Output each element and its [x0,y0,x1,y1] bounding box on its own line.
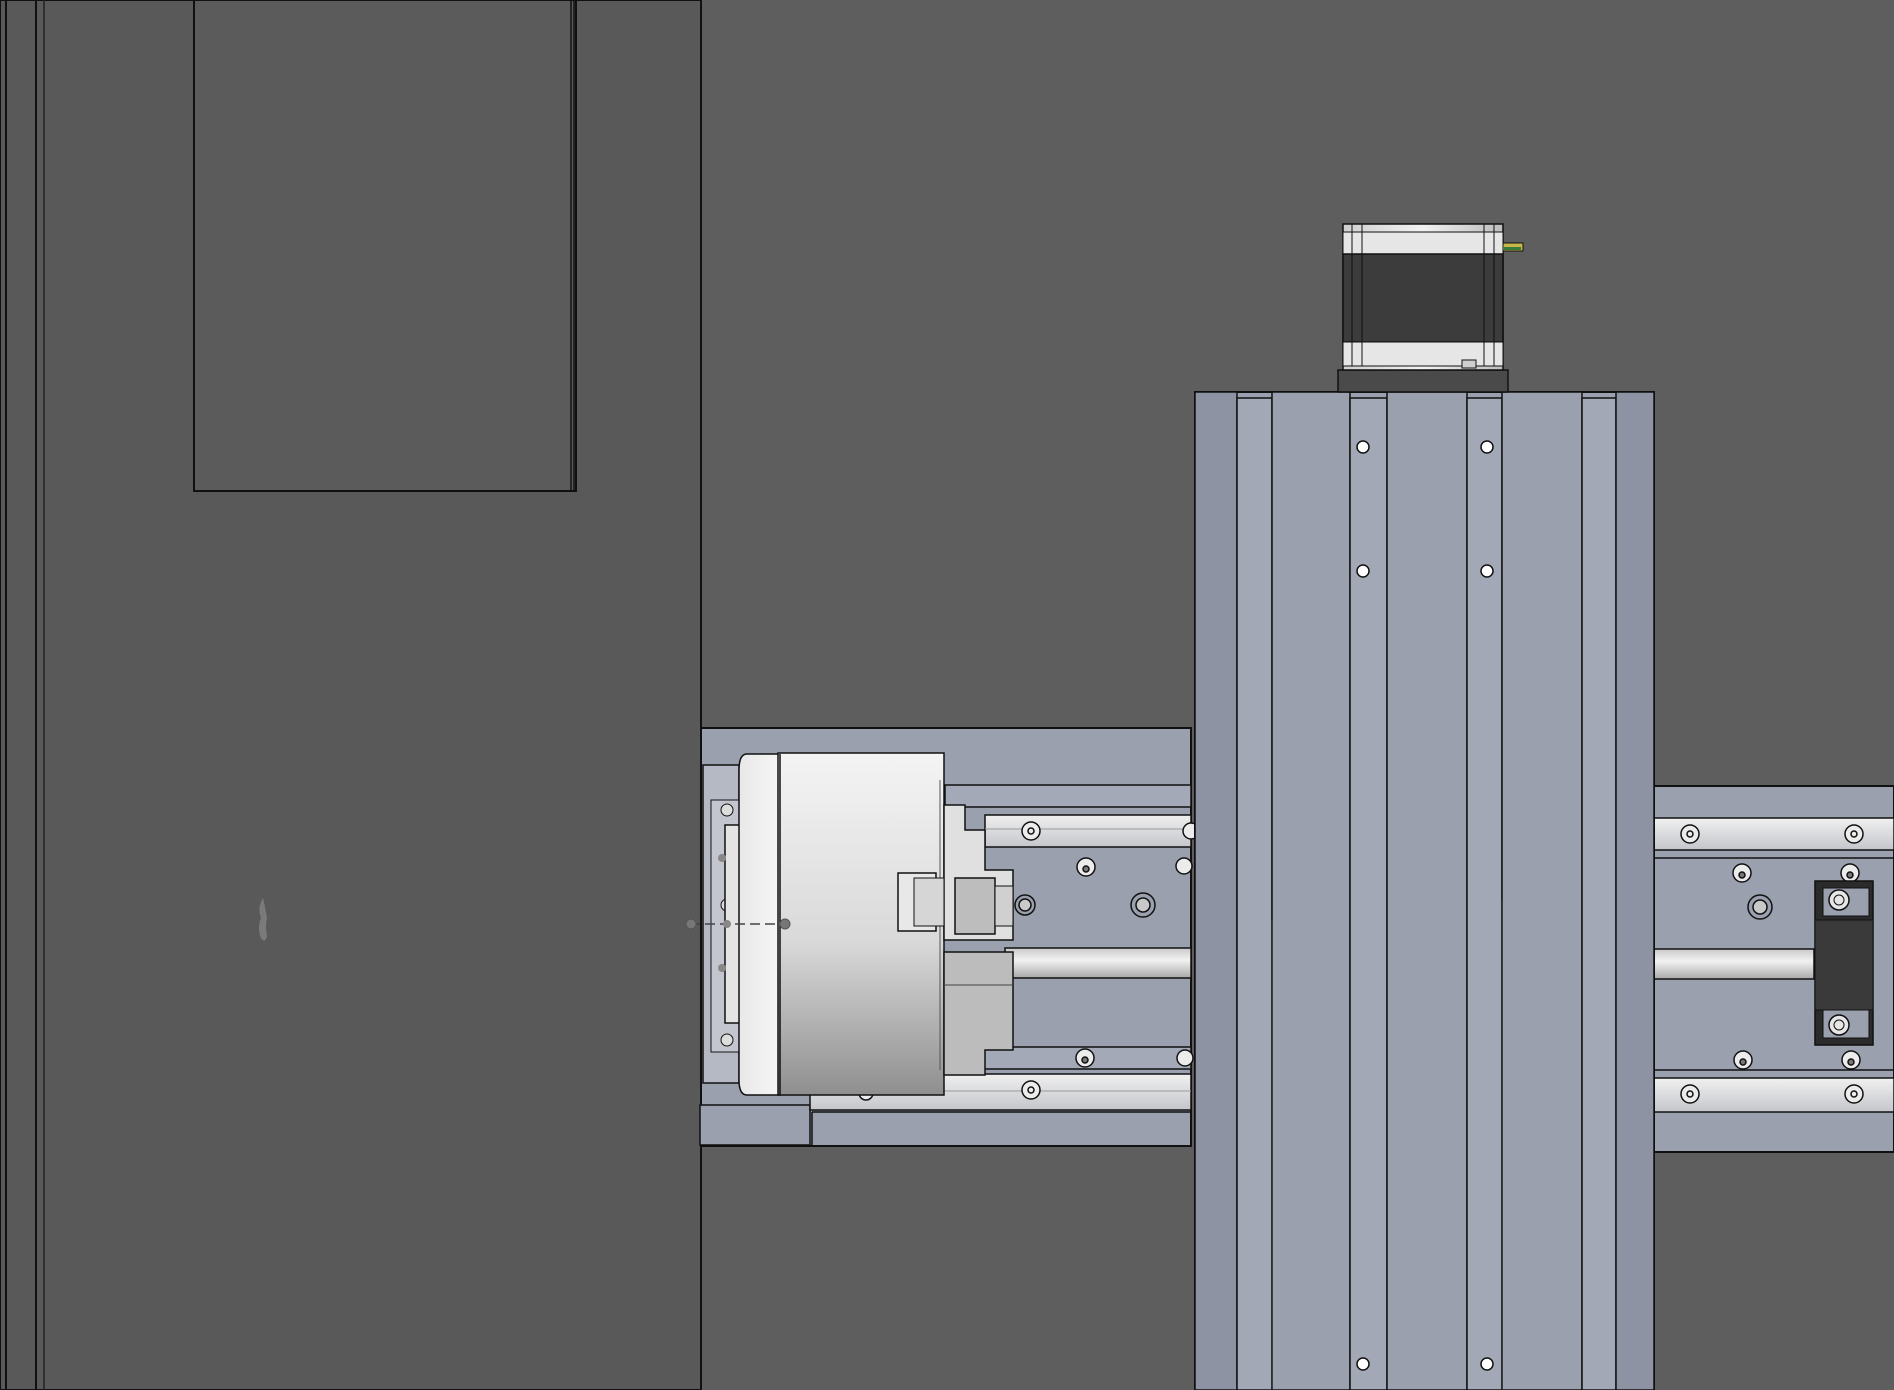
linear-rail-upper-left[interactable] [984,814,1192,848]
cad-model-view[interactable] [0,0,1894,1390]
enclosure-window-panel[interactable] [193,0,577,492]
cad-viewport[interactable] [0,0,1894,1390]
lead-screw-rod-left[interactable] [1004,947,1192,979]
vertical-extrusion-column[interactable] [1194,391,1655,1390]
pillow-block-icon[interactable] [1814,880,1874,1046]
stepper-motor-icon[interactable] [1337,223,1524,393]
